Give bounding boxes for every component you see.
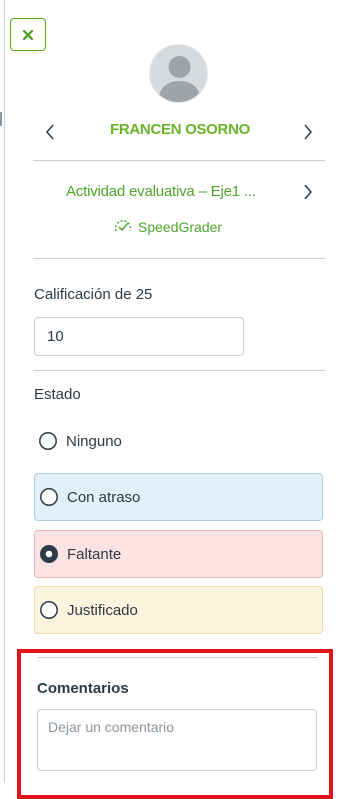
user-avatar-icon: [158, 56, 201, 102]
divider: [33, 370, 325, 371]
chevron-right-icon: [304, 184, 312, 200]
speedgrader-label: SpeedGrader: [138, 219, 223, 235]
radio-unselected-icon: [40, 488, 58, 506]
radio-unselected-icon: [40, 601, 58, 619]
speedgrader-icon: [114, 220, 132, 232]
grade-input[interactable]: [34, 317, 244, 356]
next-student-button[interactable]: [298, 120, 318, 144]
previous-student-button[interactable]: [40, 120, 60, 144]
comments-label: Comentarios: [37, 680, 129, 697]
speedgrader-link[interactable]: SpeedGrader: [113, 218, 222, 236]
chevron-left-icon: [46, 124, 54, 140]
panel-left-border: [4, 0, 5, 783]
status-option-label: Ninguno: [66, 432, 122, 450]
status-option-label: Justificado: [67, 601, 138, 619]
radio-selected-icon: [40, 545, 58, 563]
student-avatar: [149, 44, 208, 103]
student-name[interactable]: FRANCEN OSORNO: [90, 121, 270, 138]
assignment-link[interactable]: Actividad evaluativa – Eje1 ...: [66, 183, 256, 200]
next-assignment-button[interactable]: [298, 180, 318, 204]
status-option-label: Con atraso: [67, 488, 141, 506]
status-label: Estado: [34, 386, 81, 403]
status-option-con-atraso[interactable]: Con atraso: [34, 473, 323, 521]
close-icon: [22, 29, 34, 40]
status-option-label: Faltante: [67, 545, 122, 563]
grade-label: Calificación de 25: [34, 286, 153, 303]
status-option-ninguno[interactable]: Ninguno: [34, 417, 323, 465]
status-option-faltante[interactable]: Faltante: [34, 530, 323, 578]
chevron-right-icon: [304, 124, 312, 140]
divider: [33, 160, 325, 161]
panel-edge-marker: [0, 112, 2, 126]
status-option-justificado[interactable]: Justificado: [34, 586, 323, 634]
divider: [38, 657, 318, 658]
comment-input[interactable]: [37, 709, 317, 771]
radio-unselected-icon: [39, 432, 57, 450]
close-button[interactable]: [10, 18, 46, 51]
divider: [33, 258, 325, 259]
